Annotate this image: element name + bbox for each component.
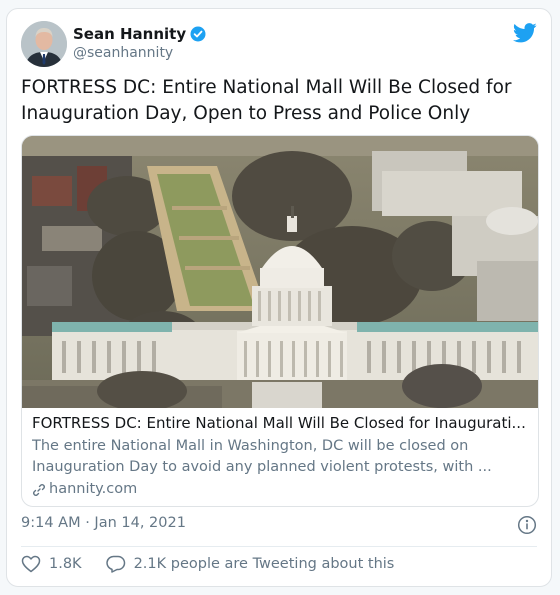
- speech-bubble-icon[interactable]: [105, 555, 126, 573]
- link-preview-body: FORTRESS DC: Entire National Mall Will B…: [32, 413, 528, 500]
- verified-badge-icon: [190, 26, 206, 42]
- author-handle[interactable]: @seanhannity: [73, 45, 173, 61]
- capitol-photo: [22, 136, 538, 408]
- info-icon[interactable]: [517, 515, 537, 535]
- tweet-card: Sean Hannity @seanhannity FORTRESS DC: E…: [6, 8, 552, 587]
- link-preview-card[interactable]: FORTRESS DC: Entire National Mall Will B…: [21, 135, 539, 507]
- tweet-text: FORTRESS DC: Entire National Mall Will B…: [21, 77, 512, 124]
- link-title[interactable]: FORTRESS DC: Entire National Mall Will B…: [32, 413, 528, 434]
- link-domain[interactable]: hannity.com: [49, 479, 137, 500]
- twitter-bird-icon[interactable]: [512, 23, 537, 43]
- conversation-action[interactable]: 2.1K people are Tweeting about this: [105, 555, 395, 573]
- link-icon: [33, 483, 45, 496]
- display-name[interactable]: Sean Hannity: [73, 25, 186, 43]
- link-domain-row: hannity.com: [32, 479, 528, 500]
- link-description: The entire National Mall in Washington, …: [32, 438, 492, 475]
- tweet-actions: 1.8K 2.1K people are Tweeting about this: [21, 555, 418, 573]
- author-name-row: Sean Hannity: [73, 25, 206, 43]
- avatar[interactable]: [21, 21, 67, 67]
- heart-icon[interactable]: [21, 555, 41, 573]
- divider: [21, 546, 537, 547]
- tweeting-about-text: 2.1K people are Tweeting about this: [133, 556, 395, 572]
- tweet-timestamp[interactable]: 9:14 AM · Jan 14, 2021: [21, 515, 186, 531]
- like-action[interactable]: 1.8K: [21, 555, 82, 573]
- like-count: 1.8K: [49, 556, 82, 572]
